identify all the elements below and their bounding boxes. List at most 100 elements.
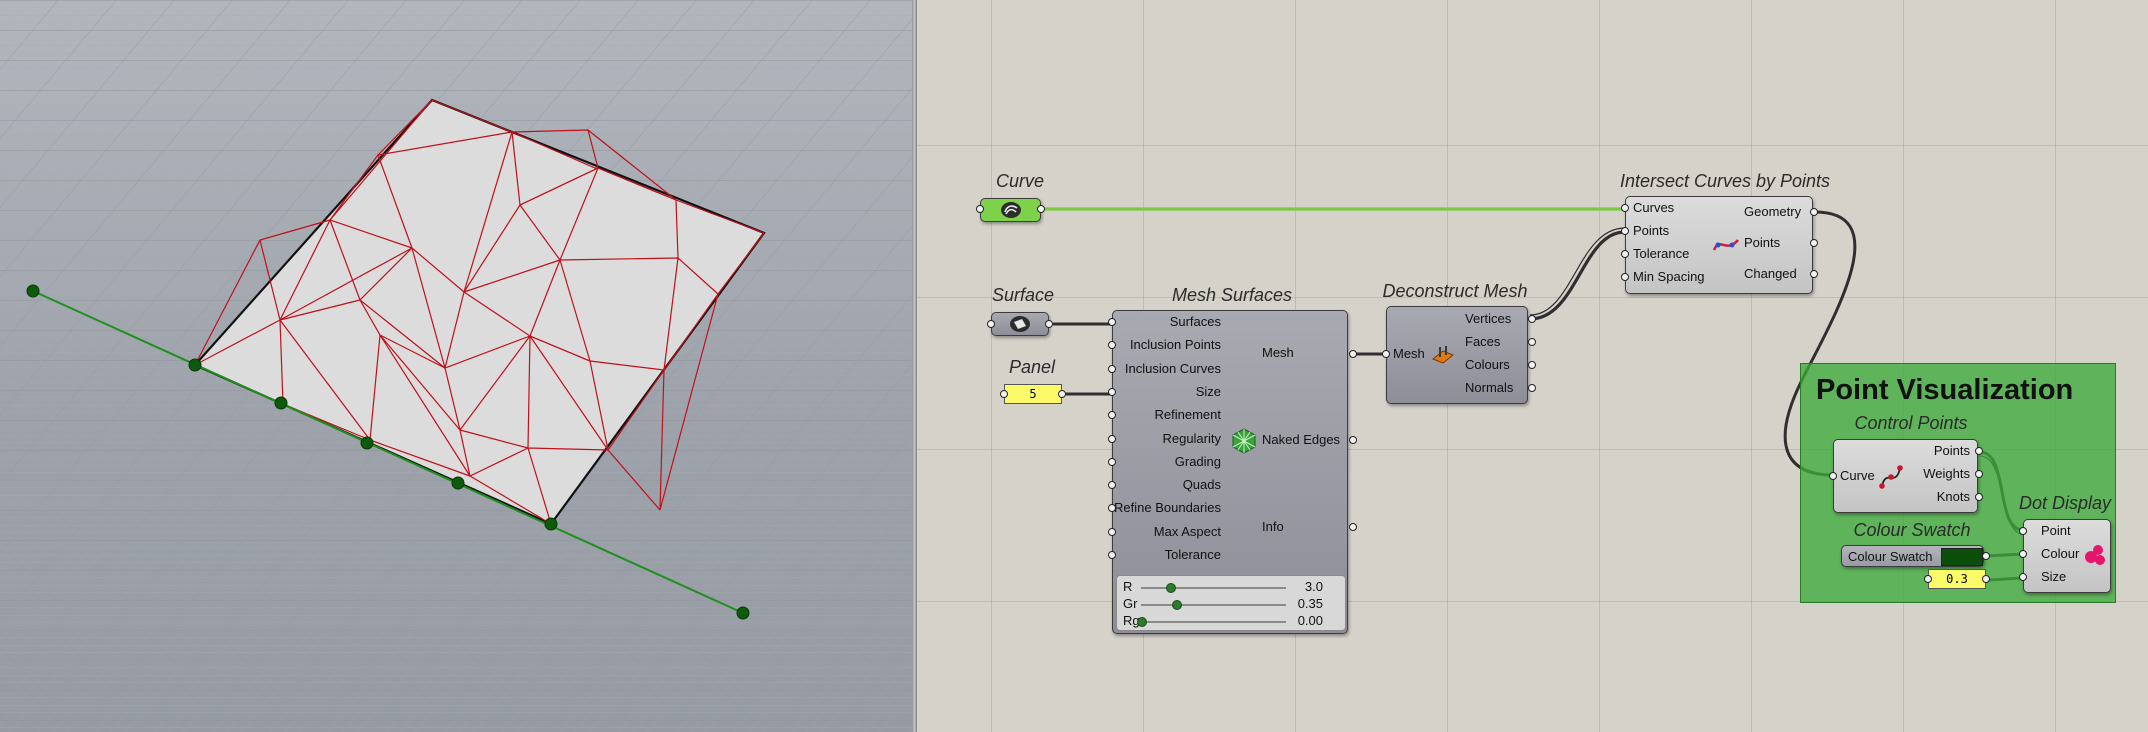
mesh-input-label: Regularity	[1162, 430, 1221, 446]
mesh-settings-sliders: R 3.0 Gr 0.35 Rg 0.00	[1116, 575, 1346, 631]
deconstruct-mesh-output-grip[interactable]	[1528, 338, 1536, 346]
deconstruct-mesh-nickname: Deconstruct Mesh	[1382, 281, 1528, 301]
mesh-input-grip[interactable]	[1108, 551, 1116, 559]
slider-handle[interactable]	[1171, 600, 1182, 610]
deconstruct-mesh-output-label: Faces	[1465, 334, 1501, 349]
deconstruct-mesh-output-grip[interactable]	[1528, 384, 1536, 392]
dot-display-component[interactable]: Point Colour Size	[2023, 519, 2111, 593]
control-points-component[interactable]: Curve Points Weights Knots	[1833, 439, 1978, 513]
curve-param-icon	[1001, 202, 1021, 218]
intersect-output-label: Geometry	[1744, 204, 1802, 219]
colour-swatch-color[interactable]	[1941, 548, 1983, 566]
control-points-output-label: Points	[1933, 443, 1970, 458]
curve-point[interactable]	[188, 358, 202, 372]
deconstruct-mesh-component[interactable]: Mesh Vertices Faces Colours Normals	[1386, 306, 1528, 404]
panel-output-grip[interactable]	[1058, 390, 1066, 398]
slider-handle[interactable]	[1137, 617, 1147, 627]
deconstruct-mesh-output-grip[interactable]	[1528, 361, 1536, 369]
mesh-input-label: Grading	[1174, 453, 1221, 469]
mesh-input-grip[interactable]	[1108, 318, 1116, 326]
control-points-input-grip[interactable]	[1829, 472, 1837, 480]
mesh-input-grip[interactable]	[1108, 527, 1116, 536]
intersect-input-label: Min Spacing	[1633, 269, 1705, 284]
mesh-input-grip[interactable]	[1108, 457, 1116, 466]
curve-point[interactable]	[544, 517, 558, 531]
curve-param-nickname: Curve	[995, 171, 1044, 191]
curve-param-output-grip[interactable]	[1037, 205, 1045, 213]
panel-nickname: Panel	[1008, 357, 1056, 377]
slider-track[interactable]	[1141, 604, 1286, 606]
deconstruct-mesh-icon	[1432, 346, 1454, 364]
control-points-output-grip[interactable]	[1975, 470, 1983, 478]
intersect-output-label: Changed	[1744, 266, 1797, 281]
grasshopper-canvas[interactable]: Curve Surface Panel 5 Mesh Surfaces Surf…	[917, 0, 2148, 732]
mesh-input-label: Size	[1195, 383, 1221, 399]
wire-vertices-to-points[interactable]	[1529, 230, 1626, 321]
wire-vertices-to-points-2[interactable]	[1529, 227, 1626, 316]
mesh-output-label: Mesh	[1262, 345, 1294, 360]
control-points-icon	[1879, 465, 1903, 489]
naked-edges-output-grip[interactable]	[1349, 436, 1357, 444]
curve-point[interactable]	[451, 476, 465, 490]
curve-param-input-grip[interactable]	[976, 205, 984, 213]
info-output-grip[interactable]	[1349, 523, 1357, 531]
control-points-output-grip[interactable]	[1975, 493, 1983, 501]
curve-param[interactable]	[980, 198, 1041, 222]
panel-input-grip[interactable]	[1000, 390, 1008, 398]
mesh-input-grip[interactable]	[1108, 434, 1116, 443]
control-points-output-grip[interactable]	[1975, 447, 1983, 455]
dot-display-input-grip[interactable]	[2019, 573, 2027, 581]
dot-display-input-label: Colour	[2041, 546, 2080, 561]
intersect-output-grip[interactable]	[1810, 239, 1818, 247]
mesh-input-grip[interactable]	[1108, 387, 1116, 396]
size-panel[interactable]: 0.3	[1928, 569, 1986, 589]
info-output-label: Info	[1262, 519, 1284, 534]
surface-param-input-grip[interactable]	[987, 320, 995, 328]
mesh-input-label: Surfaces	[1169, 314, 1221, 329]
slider-handle[interactable]	[1166, 583, 1176, 593]
dot-display-input-grip[interactable]	[2019, 527, 2027, 535]
dot-display-nickname: Dot Display	[2018, 493, 2112, 513]
curve-point[interactable]	[274, 396, 288, 410]
intersect-input-grip[interactable]	[1621, 227, 1629, 235]
surface-param-output-grip[interactable]	[1045, 320, 1053, 328]
mesh-surfaces-nickname: Mesh Surfaces	[1171, 285, 1293, 305]
deconstruct-mesh-input-label: Mesh	[1393, 346, 1425, 361]
intersect-input-grip[interactable]	[1621, 250, 1629, 258]
panel[interactable]: 5	[1004, 384, 1062, 404]
intersect-output-grip[interactable]	[1810, 270, 1818, 278]
deconstruct-mesh-input-grip[interactable]	[1382, 350, 1390, 358]
intersect-input-label: Tolerance	[1633, 246, 1690, 261]
dot-display-input-label: Size	[2041, 569, 2067, 584]
size-panel-input-grip[interactable]	[1924, 575, 1932, 583]
slider-track[interactable]	[1141, 621, 1286, 623]
mesh-output-grip[interactable]	[1349, 350, 1357, 358]
control-points-output-label: Knots	[1936, 489, 1970, 504]
group-title: Point Visualization	[1816, 374, 2074, 406]
curve-point[interactable]	[26, 284, 40, 298]
slider-value: 0.35	[1297, 596, 1323, 611]
deconstruct-mesh-output-label: Colours	[1465, 357, 1510, 372]
intersect-input-grip[interactable]	[1621, 273, 1629, 281]
rhino-viewport[interactable]	[0, 0, 912, 732]
curve-point[interactable]	[360, 436, 374, 450]
mesh-input-grip[interactable]	[1108, 364, 1116, 373]
deconstruct-mesh-output-grip[interactable]	[1528, 315, 1536, 323]
size-panel-output-grip[interactable]	[1982, 575, 1990, 583]
slider-track[interactable]	[1141, 587, 1286, 589]
control-points-output-label: Weights	[1923, 466, 1970, 481]
colour-swatch-component[interactable]: Colour Swatch	[1841, 545, 1984, 567]
intersect-output-grip[interactable]	[1810, 208, 1818, 216]
surface-param[interactable]	[991, 312, 1049, 336]
curve-point[interactable]	[736, 606, 750, 620]
intersect-input-grip[interactable]	[1621, 204, 1629, 212]
deconstruct-mesh-output-label: Normals	[1465, 380, 1514, 395]
colour-swatch-output-grip[interactable]	[1982, 552, 1990, 560]
dot-display-input-grip[interactable]	[2019, 550, 2027, 558]
slider-label: R	[1123, 579, 1133, 594]
deconstruct-mesh-output-label: Vertices	[1465, 311, 1512, 326]
intersect-nickname: Intersect Curves by Points	[1619, 171, 1831, 191]
intersect-component[interactable]: Curves Points Tolerance Min Spacing Geometr…	[1625, 196, 1813, 294]
mesh-surfaces-component[interactable]: Surfaces Inclusion Points Inclusion Curves…	[1112, 310, 1348, 634]
intersect-input-label: Curves	[1633, 200, 1675, 215]
